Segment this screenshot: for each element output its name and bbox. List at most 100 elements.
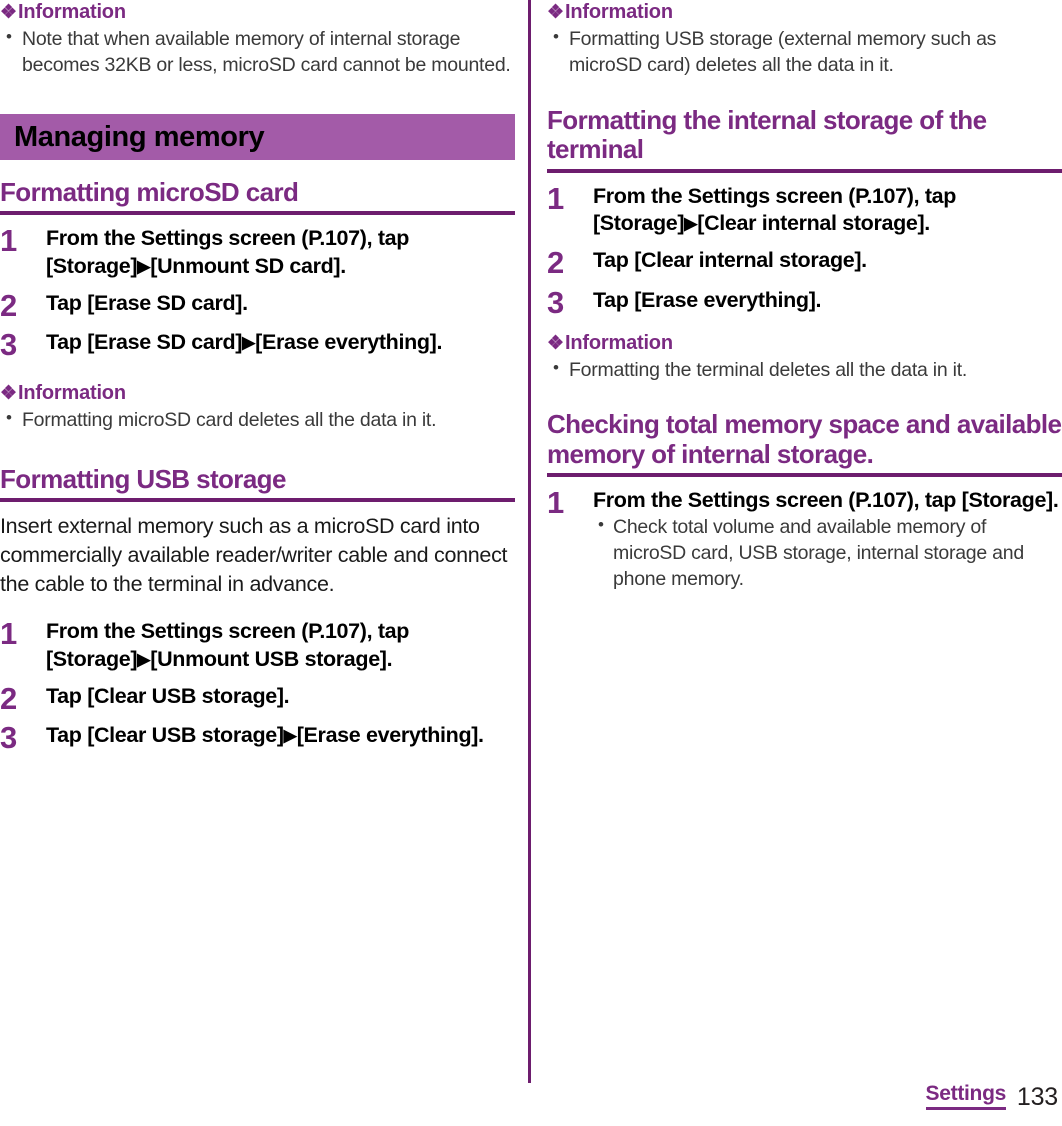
section-formatting-microsd: Formatting microSD card 1 From the Setti… (0, 177, 515, 434)
arrow-icon: ▶ (137, 649, 151, 669)
step-list: 1 From the Settings screen (P.107), tap … (547, 487, 1062, 593)
step-number: 3 (547, 284, 564, 320)
list-item: 3 Tap [Erase everything]. (547, 284, 1062, 320)
info-block-right-2: ❖Information Formatting the terminal del… (547, 331, 1062, 384)
section-heading: Formatting the internal storage of the t… (547, 105, 1062, 173)
step-text: From the Settings screen (P.107), tap [S… (593, 183, 1062, 238)
step-body: Tap [Clear USB storage]▶[Erase everythin… (46, 722, 515, 749)
list-item: Formatting USB storage (external memory … (547, 26, 1062, 79)
info-block-right-1: ❖Information Formatting USB storage (ext… (547, 0, 1062, 79)
step-body: From the Settings screen (P.107), tap [S… (46, 225, 515, 280)
step-text-part: Tap [Clear USB storage] (46, 723, 284, 748)
step-number: 1 (0, 616, 17, 652)
section-checking-memory: Checking total memory space and availabl… (547, 410, 1062, 593)
step-text-part: [Clear internal storage]. (697, 210, 930, 235)
list-item: 2 Tap [Clear internal storage]. (547, 247, 1062, 278)
step-body: From the Settings screen (P.107), tap [S… (593, 487, 1062, 593)
step-text: Tap [Erase SD card]. (46, 290, 248, 315)
arrow-icon: ▶ (283, 726, 297, 746)
info-bullet-list: Note that when available memory of inter… (0, 26, 515, 79)
step-body: From the Settings screen (P.107), tap [S… (46, 618, 515, 673)
chapter-banner: Managing memory (0, 113, 515, 160)
step-list: 1 From the Settings screen (P.107), tap … (0, 225, 515, 363)
footer-chapter-label: Settings (925, 1082, 1006, 1110)
step-text-part: [Unmount SD card]. (150, 253, 346, 278)
step-text: Tap [Clear internal storage]. (593, 248, 867, 273)
step-number: 3 (0, 327, 17, 363)
info-heading: ❖Information (547, 0, 1062, 25)
info-heading-label: Information (18, 1, 126, 23)
column-divider (528, 0, 531, 1083)
list-item: 1 From the Settings screen (P.107), tap … (547, 487, 1062, 593)
page-footer: Settings 133 (0, 1078, 1062, 1118)
info-heading: ❖Information (547, 331, 1062, 356)
list-item: Formatting the terminal deletes all the … (547, 357, 1062, 384)
section-paragraph: Insert external memory such as a microSD… (0, 514, 508, 596)
diamond-icon: ❖ (547, 2, 565, 23)
step-number: 1 (547, 180, 564, 216)
manual-page: ❖Information Note that when available me… (0, 0, 1062, 1126)
list-item: Check total volume and available memory … (593, 514, 1062, 593)
step-text-part: [Erase everything]. (255, 330, 443, 355)
arrow-icon: ▶ (684, 213, 698, 233)
step-body: Tap [Erase SD card]. (46, 290, 515, 317)
step-body: Tap [Clear internal storage]. (593, 247, 1062, 274)
diamond-icon: ❖ (547, 332, 565, 354)
list-item: 1 From the Settings screen (P.107), tap … (0, 225, 515, 280)
info-block-left-1: ❖Information Note that when available me… (0, 0, 515, 79)
info-heading: ❖Information (0, 0, 515, 25)
list-item: 2 Tap [Clear USB storage]. (0, 680, 515, 716)
step-body: Tap [Erase everything]. (593, 287, 1062, 314)
step-text: Tap [Clear USB storage]. (46, 683, 290, 708)
section-heading: Formatting USB storage (0, 464, 515, 503)
substep-list: Check total volume and available memory … (593, 514, 1062, 593)
info-bullet-list: Formatting USB storage (external memory … (547, 26, 1062, 79)
step-text: From the Settings screen (P.107), tap [S… (46, 225, 515, 280)
diamond-icon: ❖ (0, 383, 18, 405)
list-item: 3 Tap [Clear USB storage]▶[Erase everyth… (0, 722, 515, 754)
step-number: 2 (0, 680, 17, 716)
info-bullet-list: Formatting microSD card deletes all the … (0, 407, 515, 434)
step-body: Tap [Clear USB storage]. (46, 683, 515, 710)
info-block-left-2: ❖Information Formatting microSD card del… (0, 381, 515, 434)
list-item: 2 Tap [Erase SD card]. (0, 290, 515, 321)
list-item: 3 Tap [Erase SD card]▶[Erase everything]… (0, 327, 515, 363)
step-list: 1 From the Settings screen (P.107), tap … (0, 618, 515, 754)
step-body: From the Settings screen (P.107), tap [S… (593, 183, 1062, 238)
step-text: Tap [Erase SD card]▶[Erase everything]. (46, 329, 515, 356)
info-heading-label: Information (565, 1, 673, 23)
list-item: 1 From the Settings screen (P.107), tap … (547, 183, 1062, 238)
step-text-part: [Unmount USB storage]. (150, 646, 393, 671)
list-item: 1 From the Settings screen (P.107), tap … (0, 618, 515, 673)
arrow-icon: ▶ (137, 256, 151, 276)
step-body: Tap [Erase SD card]▶[Erase everything]. (46, 329, 515, 356)
arrow-icon: ▶ (242, 333, 256, 353)
step-text-part: [Erase everything]. (296, 723, 484, 748)
step-list: 1 From the Settings screen (P.107), tap … (547, 183, 1062, 320)
info-heading: ❖Information (0, 381, 515, 406)
step-number: 1 (547, 485, 564, 521)
step-text: From the Settings screen (P.107), tap [S… (46, 618, 515, 673)
step-text: Tap [Erase everything]. (593, 287, 822, 312)
diamond-icon: ❖ (0, 2, 18, 23)
section-heading: Checking total memory space and availabl… (547, 410, 1062, 478)
left-column: ❖Information Note that when available me… (0, 0, 515, 754)
list-item: Formatting microSD card deletes all the … (0, 407, 515, 434)
step-text-part: Tap [Erase SD card] (46, 330, 243, 355)
info-bullet-list: Formatting the terminal deletes all the … (547, 357, 1062, 384)
info-heading-label: Information (565, 331, 673, 354)
step-text: Tap [Clear USB storage]▶[Erase everythin… (46, 722, 515, 749)
list-item: Note that when available memory of inter… (0, 26, 515, 79)
footer-page-number: 133 (1016, 1083, 1058, 1111)
right-column: ❖Information Formatting USB storage (ext… (547, 0, 1062, 593)
step-number: 1 (0, 223, 17, 259)
section-formatting-internal-storage: Formatting the internal storage of the t… (547, 105, 1062, 384)
